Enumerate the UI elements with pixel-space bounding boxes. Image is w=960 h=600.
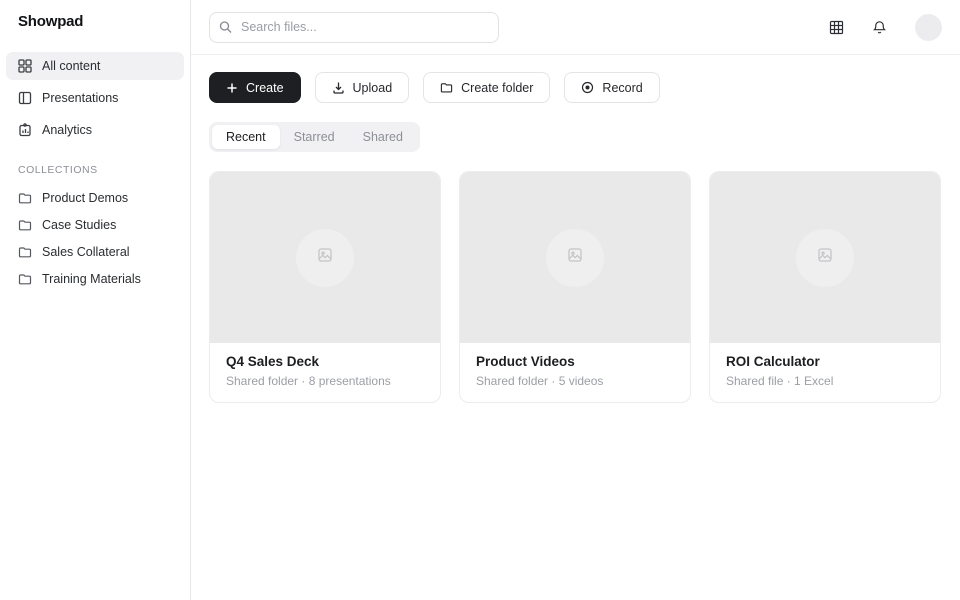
card-product-videos[interactable]: Product Videos Shared folder · 5 videos — [459, 171, 691, 403]
card-thumbnail — [710, 172, 940, 343]
sidebar-item-case-studies[interactable]: Case Studies — [6, 211, 184, 238]
card-subtitle: Shared file · 1 Excel — [726, 374, 924, 388]
analytics-icon — [18, 123, 32, 137]
sidebar-nav: All content Presentations Analytics — [0, 52, 190, 144]
search-container — [209, 12, 499, 43]
grid-icon — [18, 59, 32, 73]
card-title: Product Videos — [476, 354, 674, 369]
card-title: Q4 Sales Deck — [226, 354, 424, 369]
sidebar-item-all-content[interactable]: All content — [6, 52, 184, 80]
search-input[interactable] — [209, 12, 499, 43]
image-icon — [567, 247, 583, 268]
folder-icon — [18, 218, 32, 232]
folder-icon — [18, 245, 32, 259]
sidebar-item-label: All content — [42, 59, 100, 73]
record-button[interactable]: Record — [564, 72, 659, 103]
image-icon — [317, 247, 333, 268]
thumbnail-halo — [296, 229, 354, 287]
card-q4-sales-deck[interactable]: Q4 Sales Deck Shared folder · 8 presenta… — [209, 171, 441, 403]
sidebar-item-sales-collateral[interactable]: Sales Collateral — [6, 238, 184, 265]
collection-label: Product Demos — [42, 191, 128, 205]
sidebar-item-product-demos[interactable]: Product Demos — [6, 184, 184, 211]
presentation-icon — [18, 91, 32, 105]
card-thumbnail — [210, 172, 440, 343]
thumbnail-halo — [796, 229, 854, 287]
card-info: ROI Calculator Shared file · 1 Excel — [710, 343, 940, 402]
tab-recent[interactable]: Recent — [212, 125, 280, 149]
tabs: Recent Starred Shared — [209, 122, 420, 152]
main-area: Create Upload Create fol — [191, 0, 960, 600]
upload-button-label: Upload — [353, 81, 393, 95]
thumbnail-halo — [546, 229, 604, 287]
sidebar-item-analytics[interactable]: Analytics — [6, 116, 184, 144]
image-icon — [817, 247, 833, 268]
sidebar: Showpad All content Presentations — [0, 0, 191, 600]
topbar-actions — [829, 14, 942, 41]
app-logo: Showpad — [0, 13, 190, 52]
collection-label: Training Materials — [42, 272, 141, 286]
tab-starred[interactable]: Starred — [280, 125, 349, 149]
create-folder-button-label: Create folder — [461, 81, 533, 95]
sidebar-item-training-materials[interactable]: Training Materials — [6, 265, 184, 292]
upload-icon — [332, 81, 345, 94]
sidebar-item-label: Analytics — [42, 123, 92, 137]
card-subtitle: Shared folder · 5 videos — [476, 374, 674, 388]
collection-label: Sales Collateral — [42, 245, 130, 259]
card-info: Q4 Sales Deck Shared folder · 8 presenta… — [210, 343, 440, 402]
create-button-label: Create — [246, 81, 284, 95]
avatar[interactable] — [915, 14, 942, 41]
create-button[interactable]: Create — [209, 72, 301, 103]
record-icon — [581, 81, 594, 94]
sidebar-item-label: Presentations — [42, 91, 118, 105]
bell-icon[interactable] — [872, 20, 887, 35]
sidebar-item-presentations[interactable]: Presentations — [6, 84, 184, 112]
folder-icon — [18, 272, 32, 286]
card-subtitle: Shared folder · 8 presentations — [226, 374, 424, 388]
file-cards: Q4 Sales Deck Shared folder · 8 presenta… — [209, 171, 942, 403]
card-title: ROI Calculator — [726, 354, 924, 369]
content-area: Create Upload Create fol — [191, 55, 960, 600]
toolbar: Create Upload Create fol — [209, 72, 942, 103]
topbar — [191, 0, 960, 55]
collection-label: Case Studies — [42, 218, 116, 232]
upload-button[interactable]: Upload — [315, 72, 410, 103]
folder-icon — [440, 81, 453, 94]
folder-icon — [18, 191, 32, 205]
tab-shared[interactable]: Shared — [349, 125, 417, 149]
record-button-label: Record — [602, 81, 642, 95]
apps-grid-icon[interactable] — [829, 20, 844, 35]
plus-icon — [226, 82, 238, 94]
collections-list: Product Demos Case Studies Sales Collate… — [0, 184, 190, 292]
create-folder-button[interactable]: Create folder — [423, 72, 550, 103]
search-icon — [219, 21, 232, 34]
card-info: Product Videos Shared folder · 5 videos — [460, 343, 690, 402]
card-thumbnail — [460, 172, 690, 343]
collections-section-label: COLLECTIONS — [0, 148, 190, 184]
card-roi-calculator[interactable]: ROI Calculator Shared file · 1 Excel — [709, 171, 941, 403]
